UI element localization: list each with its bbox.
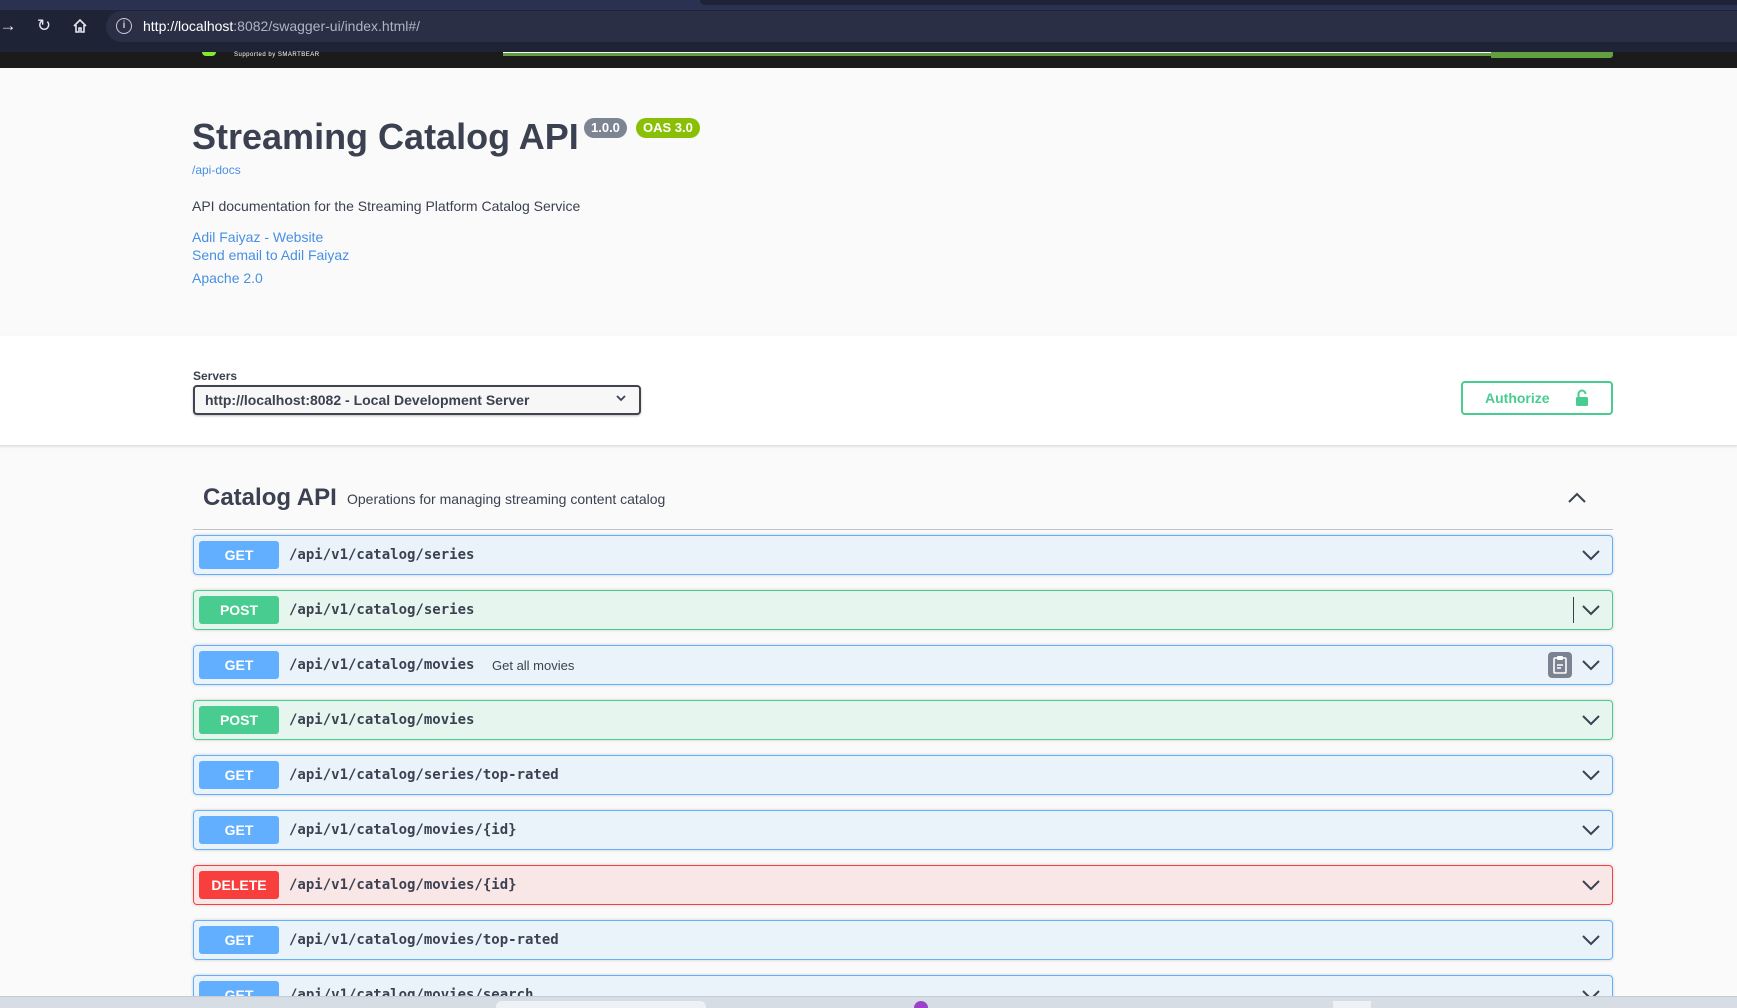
site-info-icon[interactable]: i [116,18,132,34]
clipboard-icon [1553,656,1567,674]
license-link[interactable]: Apache 2.0 [192,270,263,286]
chevron-down-icon[interactable] [1580,709,1602,731]
copy-to-clipboard-button[interactable] [1548,652,1572,678]
api-info: Streaming Catalog API 1.0.0 OAS 3.0 /api… [0,68,1737,336]
operation-get-series[interactable]: GET /api/v1/catalog/series [193,535,1613,575]
operation-post-movies[interactable]: POST /api/v1/catalog/movies [193,700,1613,740]
taskbar-app-icon[interactable] [914,1001,928,1008]
chevron-down-icon[interactable] [1580,544,1602,566]
operation-get-movie-by-id[interactable]: GET /api/v1/catalog/movies/{id} [193,810,1613,850]
lock-icon [1576,389,1588,406]
explore-input[interactable] [503,52,1613,56]
home-icon[interactable] [68,14,92,38]
swagger-logo-icon[interactable] [202,52,216,56]
method-badge: GET [199,541,279,569]
swagger-topbar: Supported by SMARTBEAR [0,52,1737,68]
chevron-up-icon[interactable] [1565,486,1589,510]
servers-label: Servers [193,369,238,383]
operation-path: /api/v1/catalog/movies/top-rated [289,932,559,948]
chevron-down-icon[interactable] [1580,874,1602,896]
chevron-down-icon[interactable] [1580,929,1602,951]
operation-get-movies-top-rated[interactable]: GET /api/v1/catalog/movies/top-rated [193,920,1613,960]
authorize-label: Authorize [1485,390,1550,406]
authorize-button[interactable]: Authorize [1461,381,1613,415]
server-select[interactable]: http://localhost:8082 - Local Developmen… [193,385,641,415]
contact-website-link[interactable]: Adil Faiyaz - Website [192,229,323,245]
api-description: API documentation for the Streaming Plat… [192,198,581,214]
method-badge: POST [199,706,279,734]
contact-email-link[interactable]: Send email to Adil Faiyaz [192,247,349,263]
operation-path: /api/v1/catalog/movies [289,657,475,673]
method-badge: POST [199,596,279,624]
supported-by-text: Supported by SMARTBEAR [234,52,320,58]
method-badge: GET [199,761,279,789]
page-title: Streaming Catalog API [192,116,579,157]
method-badge: DELETE [199,871,279,899]
active-tab-edge [700,0,1737,5]
operation-summary: Get all movies [492,658,575,673]
operation-path: /api/v1/catalog/movies [289,712,475,728]
forward-icon[interactable]: → [0,14,20,38]
chevron-down-icon[interactable] [1580,599,1602,621]
oas-badge: OAS 3.0 [636,118,700,138]
operation-get-movies[interactable]: GET /api/v1/catalog/movies Get all movie… [193,645,1613,685]
chevron-down-icon[interactable] [1580,654,1602,676]
url-text: http://localhost:8082/swagger-ui/index.h… [143,18,421,34]
chevron-down-icon[interactable] [1580,764,1602,786]
taskbar-app-icon[interactable] [1333,1001,1371,1008]
explore-button[interactable] [1491,52,1613,58]
operation-path: /api/v1/catalog/series [289,602,475,618]
method-badge: GET [199,816,279,844]
version-badge: 1.0.0 [584,118,627,138]
chevron-down-icon [615,391,627,408]
operation-get-series-top-rated[interactable]: GET /api/v1/catalog/series/top-rated [193,755,1613,795]
operation-delete-movie-by-id[interactable]: DELETE /api/v1/catalog/movies/{id} [193,865,1613,905]
chevron-down-icon[interactable] [1580,819,1602,841]
reload-icon[interactable]: ↻ [32,14,56,38]
operation-post-series[interactable]: POST /api/v1/catalog/series [193,590,1613,630]
api-docs-link[interactable]: /api-docs [192,163,241,177]
address-bar[interactable]: i http://localhost:8082/swagger-ui/index… [106,11,1737,42]
browser-toolbar: → ↻ i http://localhost:8082/swagger-ui/i… [0,0,1737,52]
divider [1573,597,1574,623]
method-badge: GET [199,651,279,679]
operation-path: /api/v1/catalog/series/top-rated [289,767,559,783]
taskbar-search[interactable] [496,1001,706,1008]
servers-section: Servers http://localhost:8082 - Local De… [0,336,1737,446]
operation-path: /api/v1/catalog/series [289,547,475,563]
server-select-value: http://localhost:8082 - Local Developmen… [205,392,530,408]
taskbar [0,996,1737,1008]
method-badge: GET [199,926,279,954]
tag-name: Catalog API [203,484,337,511]
tag-description: Operations for managing streaming conten… [347,491,666,507]
operation-path: /api/v1/catalog/movies/{id} [289,877,517,893]
operation-path: /api/v1/catalog/movies/{id} [289,822,517,838]
tag-section-header[interactable]: Catalog API Operations for managing stre… [193,472,1613,530]
